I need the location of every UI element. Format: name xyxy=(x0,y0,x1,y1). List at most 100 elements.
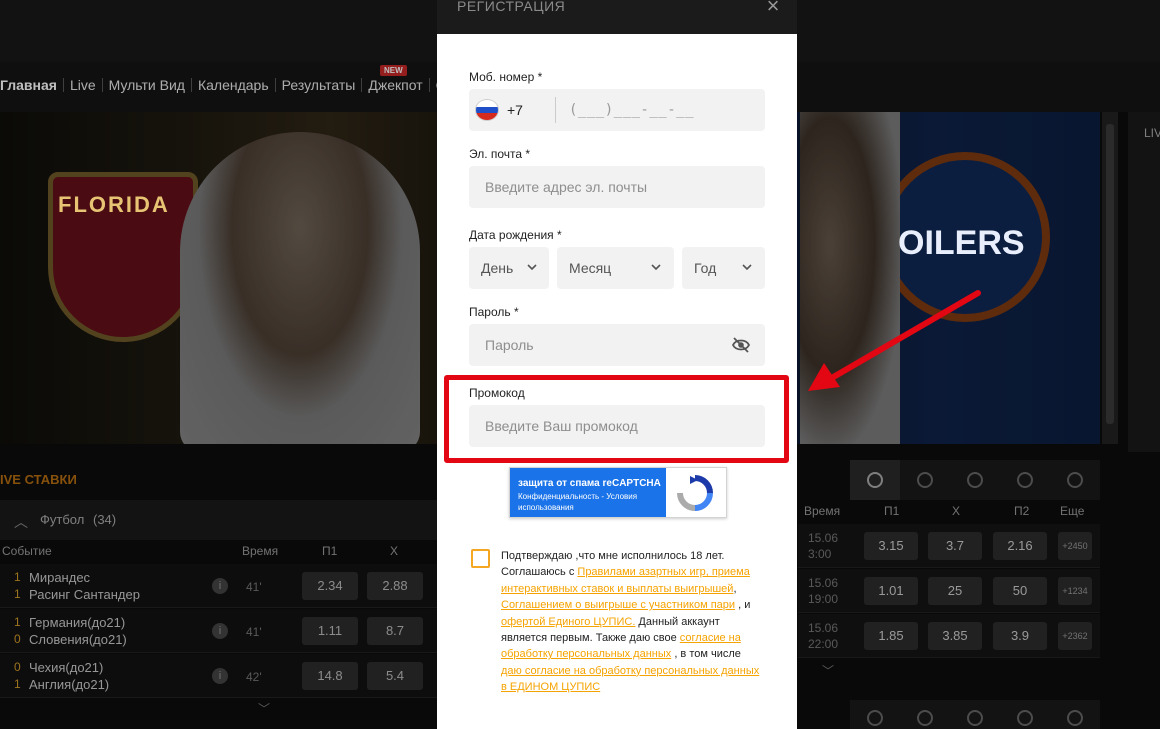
modal-header: РЕГИСТРАЦИЯ × xyxy=(437,0,797,34)
year-select[interactable]: Год xyxy=(682,247,765,289)
close-icon[interactable]: × xyxy=(763,0,783,17)
more-markets-button[interactable]: +2450 xyxy=(1058,532,1092,560)
live-table-header: Событие Время П1 Х xyxy=(0,540,440,562)
team-name: Англия(до21) xyxy=(29,677,110,692)
country-code[interactable]: +7 xyxy=(507,102,523,118)
odd-button[interactable]: 3.15 xyxy=(864,532,918,560)
chevron-down-icon[interactable]: ﹀ xyxy=(258,700,270,717)
volleyball-icon[interactable] xyxy=(1017,472,1033,488)
odd-button[interactable]: 5.4 xyxy=(367,662,423,690)
sport-count: (34) xyxy=(93,512,117,527)
target-icon[interactable] xyxy=(1067,710,1083,726)
col-p1: П1 xyxy=(322,544,338,558)
chevron-down-icon[interactable]: ﹀ xyxy=(822,662,834,679)
right-panel-label: LIV xyxy=(1144,126,1160,140)
tennis-icon[interactable] xyxy=(917,472,933,488)
info-icon[interactable]: i xyxy=(212,623,228,639)
russia-flag-icon[interactable] xyxy=(475,99,499,121)
odd-button[interactable]: 8.7 xyxy=(367,617,423,645)
team-name: Словения(до21) xyxy=(29,632,127,647)
nav-item-results[interactable]: Результаты xyxy=(276,78,363,92)
chevron-down-icon xyxy=(651,264,661,271)
col-x: Х xyxy=(390,544,399,558)
match-time: 41' xyxy=(246,625,262,639)
table-row[interactable]: 15.06 19:00 1.01 25 50 +1234 xyxy=(798,569,1100,613)
phone-label: Моб. номер * xyxy=(469,70,543,84)
cupis-offer-link[interactable]: офертой Единого ЦУПИС. xyxy=(501,616,635,628)
age-consent-checkbox[interactable] xyxy=(471,549,490,568)
match-time: 42' xyxy=(246,670,262,684)
volleyball-icon[interactable] xyxy=(1017,710,1033,726)
odd-button[interactable]: 2.16 xyxy=(993,532,1047,560)
table-row[interactable]: 15.06 22:00 1.85 3.85 3.9 +2362 xyxy=(798,614,1100,658)
email-label: Эл. почта * xyxy=(469,147,531,161)
recaptcha-badge[interactable]: защита от спама reCAPTCHA Конфиденциальн… xyxy=(509,467,727,518)
banner-scrollbar[interactable] xyxy=(1102,112,1118,444)
day-select[interactable]: День xyxy=(469,247,549,289)
baseball-icon[interactable] xyxy=(967,710,983,726)
odd-button[interactable]: 14.8 xyxy=(302,662,358,690)
score: 1 xyxy=(14,570,21,584)
match-time: 41' xyxy=(246,580,262,594)
nav-item-calendar[interactable]: Календарь xyxy=(192,78,276,92)
year-select-value: Год xyxy=(694,260,717,276)
registration-modal: РЕГИСТРАЦИЯ × Моб. номер * +7 (___)___-_… xyxy=(437,0,797,729)
chevron-up-icon: ︿ xyxy=(14,514,28,530)
dob-label: Дата рождения * xyxy=(469,228,562,242)
event-date: 15.06 19:00 xyxy=(808,576,839,606)
nav-item-live[interactable]: Live xyxy=(64,78,103,92)
event-date: 15.06 22:00 xyxy=(808,621,839,651)
new-badge: NEW xyxy=(380,65,407,76)
table-row[interactable]: 0 Чехия(до21) 1 Англия(до21) i 42' 14.8 … xyxy=(0,654,440,698)
recaptcha-links[interactable]: Конфиденциальность - Условия использован… xyxy=(518,491,664,513)
phone-input[interactable]: (___)___-__-__ xyxy=(569,102,694,118)
more-markets-button[interactable]: +1234 xyxy=(1058,577,1092,605)
winnings-agreement-link[interactable]: Соглашением о выигрыше с участником пари xyxy=(501,599,735,611)
more-markets-button[interactable]: +2362 xyxy=(1058,622,1092,650)
sport-header[interactable]: ︿ Футбол (34) xyxy=(0,500,440,540)
col-time: Время xyxy=(804,504,841,518)
recaptcha-title: защита от спама reCAPTCHA xyxy=(518,478,661,489)
team-name: Расинг Сантандер xyxy=(29,587,140,602)
table-row[interactable]: 1 Германия(до21) 0 Словения(до21) i 41' … xyxy=(0,609,440,653)
odd-button[interactable]: 3.7 xyxy=(928,532,982,560)
cupis-data-consent-link[interactable]: даю согласие на обработку персональных д… xyxy=(501,665,759,693)
info-icon[interactable]: i xyxy=(212,668,228,684)
chevron-down-icon xyxy=(527,264,537,271)
scroll-thumb[interactable] xyxy=(1106,124,1114,424)
email-field[interactable]: Введите адрес эл. почты xyxy=(469,166,765,208)
odd-button[interactable]: 2.88 xyxy=(367,572,423,600)
search-icon[interactable] xyxy=(917,710,933,726)
table-row[interactable]: 15.06 3:00 3.15 3.7 2.16 +2450 xyxy=(798,524,1100,568)
sport-filter-icons-2 xyxy=(850,700,1100,729)
chevron-down-icon xyxy=(742,264,752,271)
odd-button[interactable]: 3.85 xyxy=(928,622,982,650)
info-icon[interactable]: i xyxy=(212,578,228,594)
odd-button[interactable]: 2.34 xyxy=(302,572,358,600)
baseball-icon[interactable] xyxy=(1067,472,1083,488)
col-p1: П1 xyxy=(884,504,900,518)
password-label: Пароль * xyxy=(469,305,519,319)
table-row[interactable]: 1 Мирандес 1 Расинг Сантандер i 41' 2.34… xyxy=(0,564,440,608)
score: 1 xyxy=(14,677,21,691)
eye-off-icon[interactable] xyxy=(731,336,751,354)
password-field[interactable]: Пароль xyxy=(469,324,765,366)
football-icon[interactable] xyxy=(867,710,883,726)
event-date: 15.06 3:00 xyxy=(808,531,839,561)
col-time: Время xyxy=(242,544,279,558)
player-image-left xyxy=(180,132,420,444)
odd-button[interactable]: 3.9 xyxy=(993,622,1047,650)
nav-item-jackpot[interactable]: Джекпот xyxy=(362,78,430,92)
basketball-icon[interactable] xyxy=(967,472,983,488)
month-select[interactable]: Месяц xyxy=(557,247,674,289)
odd-button[interactable]: 1.85 xyxy=(864,622,918,650)
football-icon[interactable] xyxy=(867,472,883,488)
password-placeholder: Пароль xyxy=(485,337,534,353)
odd-button[interactable]: 25 xyxy=(928,577,982,605)
nav-item-multiview[interactable]: Мульти Вид xyxy=(103,78,192,92)
phone-field[interactable]: +7 (___)___-__-__ xyxy=(469,89,765,131)
odd-button[interactable]: 1.01 xyxy=(864,577,918,605)
nav-item-home[interactable]: Главная xyxy=(0,78,64,92)
odd-button[interactable]: 50 xyxy=(993,577,1047,605)
odd-button[interactable]: 1.11 xyxy=(302,617,358,645)
